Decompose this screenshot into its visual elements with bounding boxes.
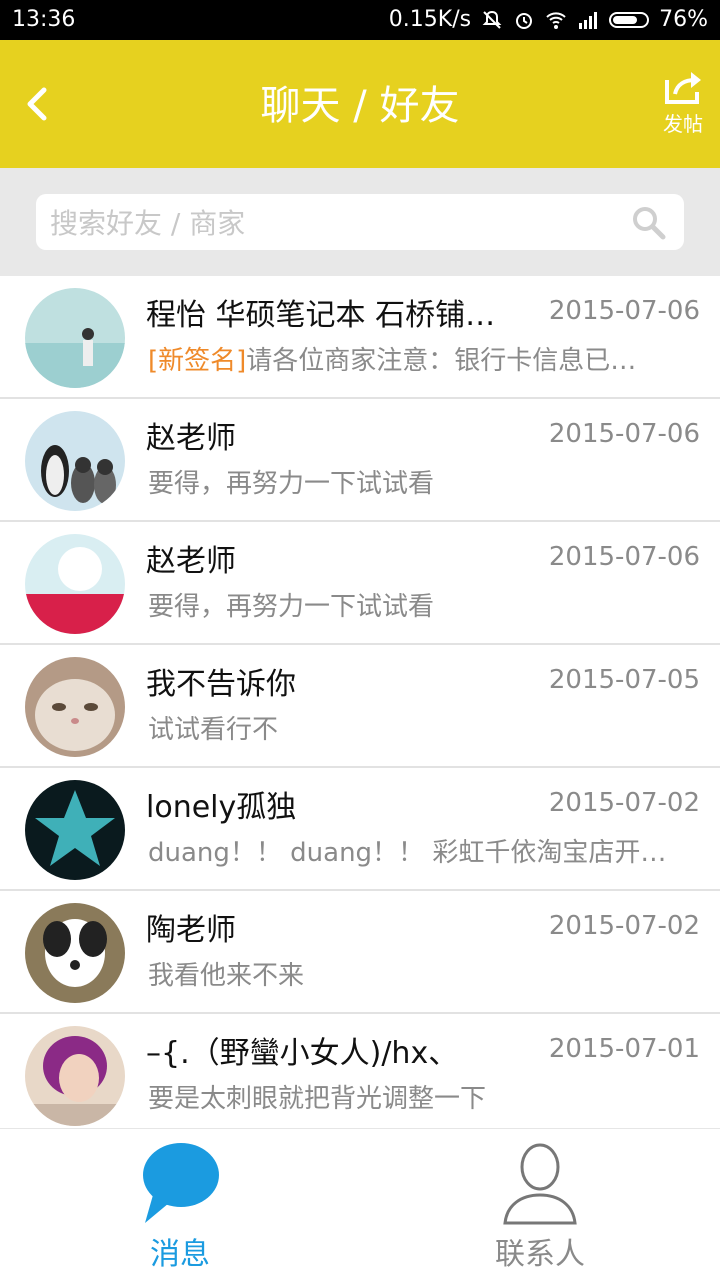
contact-name: 赵老师 xyxy=(146,544,236,579)
chat-bubble-icon xyxy=(143,1143,219,1223)
message-text: 请各位商家注意：银行卡信息已… xyxy=(246,346,637,376)
search-box xyxy=(36,194,684,250)
message-date: 2015-07-02 xyxy=(548,911,700,941)
network-speed: 0.15K/s xyxy=(388,7,472,32)
contact-name: 赵老师 xyxy=(146,421,236,456)
conversation-list: 程怡 华硕笔记本 石桥铺… 2015-07-06 [新签名]请各位商家注意：银行… xyxy=(0,276,720,1137)
conversation-item[interactable]: –{.（野蠻小女人)/hx、 2015-07-01 要是太刺眼就把背光调整一下 xyxy=(0,1014,720,1137)
conversation-item[interactable]: 赵老师 2015-07-06 要得，再努力一下试试看 xyxy=(0,522,720,645)
status-time: 13:36 xyxy=(12,7,76,32)
page-title: 聊天 / 好友 xyxy=(260,83,460,129)
conversation-item[interactable]: 程怡 华硕笔记本 石桥铺… 2015-07-06 [新签名]请各位商家注意：银行… xyxy=(0,276,720,399)
avatar xyxy=(25,903,125,1003)
post-label: 发帖 xyxy=(663,112,703,136)
last-message: 要得，再努力一下试试看 xyxy=(148,463,434,500)
battery-icon xyxy=(609,11,650,28)
signal-icon xyxy=(579,11,598,29)
message-date: 2015-07-06 xyxy=(548,419,700,449)
avatar xyxy=(25,288,125,388)
battery-percent: 76% xyxy=(659,7,708,32)
status-bar: 13:36 0.15K/s 76% xyxy=(0,0,720,40)
contact-name: 陶老师 xyxy=(146,913,236,948)
post-button[interactable]: 发帖 xyxy=(660,70,706,137)
message-text: 要得，再努力一下试试看 xyxy=(148,592,435,622)
last-message: [新签名]请各位商家注意：银行卡信息已… xyxy=(148,340,636,377)
contact-name: 程怡 华硕笔记本 石桥铺… xyxy=(146,298,496,333)
search-input[interactable] xyxy=(48,202,612,244)
last-message: duang！！ duang！！ 彩虹千依淘宝店开… xyxy=(148,832,666,869)
conversation-item[interactable]: 陶老师 2015-07-02 我看他来不来 xyxy=(0,891,720,1014)
avatar xyxy=(25,411,125,511)
contact-name: –{.（野蠻小女人)/hx、 xyxy=(146,1036,459,1071)
share-icon xyxy=(665,72,701,104)
contact-name: 我不告诉你 xyxy=(146,667,296,702)
conversation-item[interactable]: 赵老师 2015-07-06 要得，再努力一下试试看 xyxy=(0,399,720,522)
wifi-icon xyxy=(546,11,566,29)
message-text: 要得，再努力一下试试看 xyxy=(148,469,435,499)
avatar xyxy=(25,780,125,880)
status-right: 0.15K/s 76% xyxy=(389,7,708,32)
message-date: 2015-07-02 xyxy=(548,788,700,818)
message-text: 我看他来不来 xyxy=(148,961,305,991)
app-header: 聊天 / 好友 发帖 xyxy=(0,40,720,168)
last-message: 试试看行不 xyxy=(148,709,278,746)
tab-contacts[interactable]: 联系人 xyxy=(420,1129,660,1281)
avatar xyxy=(25,657,125,757)
bottom-tab-bar: 消息 联系人 xyxy=(0,1128,720,1281)
search-bar xyxy=(0,168,720,276)
last-message: 要是太刺眼就把背光调整一下 xyxy=(148,1078,486,1115)
message-text: 要是太刺眼就把背光调整一下 xyxy=(148,1084,487,1114)
tab-label: 联系人 xyxy=(495,1237,585,1272)
last-message: 我看他来不来 xyxy=(148,955,304,992)
last-message: 要得，再努力一下试试看 xyxy=(148,586,434,623)
message-date: 2015-07-06 xyxy=(548,542,700,572)
message-date: 2015-07-01 xyxy=(548,1034,700,1064)
tab-messages[interactable]: 消息 xyxy=(60,1129,300,1281)
avatar xyxy=(25,1026,125,1126)
signature-tag: [新签名] xyxy=(148,346,247,376)
bell-muted-icon xyxy=(482,10,502,29)
message-text: duang！！ duang！！ 彩虹千依淘宝店开… xyxy=(148,838,667,868)
tab-label: 消息 xyxy=(150,1237,210,1272)
avatar xyxy=(25,534,125,634)
alarm-icon xyxy=(516,12,533,29)
search-icon[interactable] xyxy=(632,206,666,240)
person-icon xyxy=(503,1143,577,1225)
message-date: 2015-07-05 xyxy=(548,665,700,695)
conversation-item[interactable]: 我不告诉你 2015-07-05 试试看行不 xyxy=(0,645,720,768)
message-date: 2015-07-06 xyxy=(548,296,700,326)
message-text: 试试看行不 xyxy=(148,715,279,745)
conversation-item[interactable]: lonely孤独 2015-07-02 duang！！ duang！！ 彩虹千依… xyxy=(0,768,720,891)
contact-name: lonely孤独 xyxy=(146,790,297,825)
